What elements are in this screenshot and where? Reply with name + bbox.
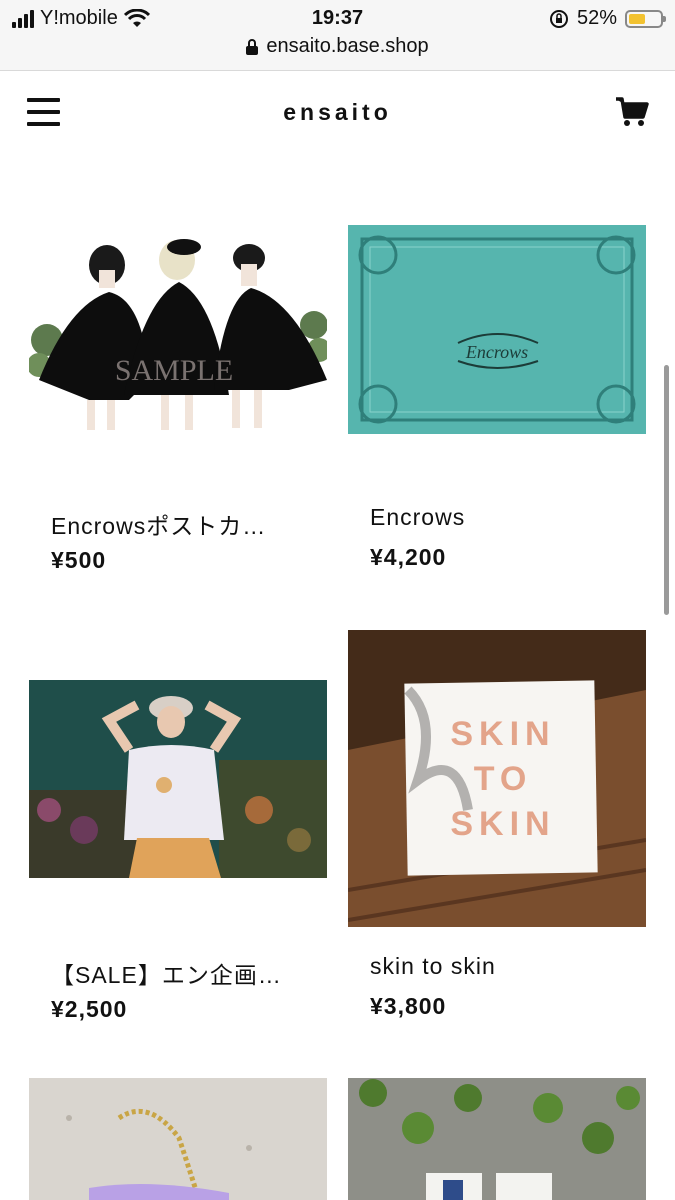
product-price-2: ¥4,200 <box>370 544 447 570</box>
product-price-4: ¥3,800 <box>370 993 447 1019</box>
encrows-logo-text: Encrows <box>465 342 528 362</box>
cover-line-2: TO <box>474 760 533 798</box>
product-title-1[interactable]: Encrowsポストカ… <box>51 507 266 541</box>
keychain-photo <box>29 1078 327 1200</box>
product-title-2[interactable]: Encrows <box>370 504 465 531</box>
product-image-1[interactable]: SAMPLE <box>29 230 327 435</box>
product-image-4[interactable]: SKIN TO SKIN <box>348 630 646 927</box>
address-bar[interactable]: ensaito.base.shop <box>0 35 675 58</box>
battery-group: 52% <box>549 7 666 30</box>
product-image-2[interactable]: Encrows <box>348 225 646 434</box>
status-bar: Y!mobile 19:37 52% ensaito.base.shop <box>0 0 675 71</box>
model-photo <box>29 680 327 878</box>
brand-logo[interactable]: ensaito <box>0 99 675 126</box>
rotation-lock-icon <box>549 9 568 28</box>
lock-icon <box>246 38 259 55</box>
plant-tiles-photo <box>348 1078 646 1200</box>
product-image-3[interactable] <box>29 680 327 878</box>
cover-line-1: SKIN <box>450 715 555 753</box>
url-text: ensaito.base.shop <box>266 35 429 57</box>
sample-watermark: SAMPLE <box>115 354 233 387</box>
product-title-3[interactable]: 【SALE】エン企画… <box>51 956 282 990</box>
product-price-3: ¥2,500 <box>51 996 128 1022</box>
skin-to-skin-cover: SKIN TO SKIN <box>348 630 646 927</box>
encrows-cover-art: Encrows <box>348 225 646 434</box>
product-title-4[interactable]: skin to skin <box>370 953 496 980</box>
product-image-6[interactable] <box>348 1078 646 1200</box>
product-image-5[interactable] <box>29 1078 327 1200</box>
battery-percent: 52% <box>576 7 617 29</box>
site-header: ensaito <box>0 71 675 155</box>
product-price-1: ¥500 <box>51 547 107 573</box>
illustration-figures: SAMPLE <box>29 239 327 430</box>
page-scrollbar[interactable] <box>664 365 669 615</box>
battery-icon <box>625 9 666 28</box>
cover-line-3: SKIN <box>450 805 555 843</box>
cart-icon[interactable] <box>615 95 649 129</box>
